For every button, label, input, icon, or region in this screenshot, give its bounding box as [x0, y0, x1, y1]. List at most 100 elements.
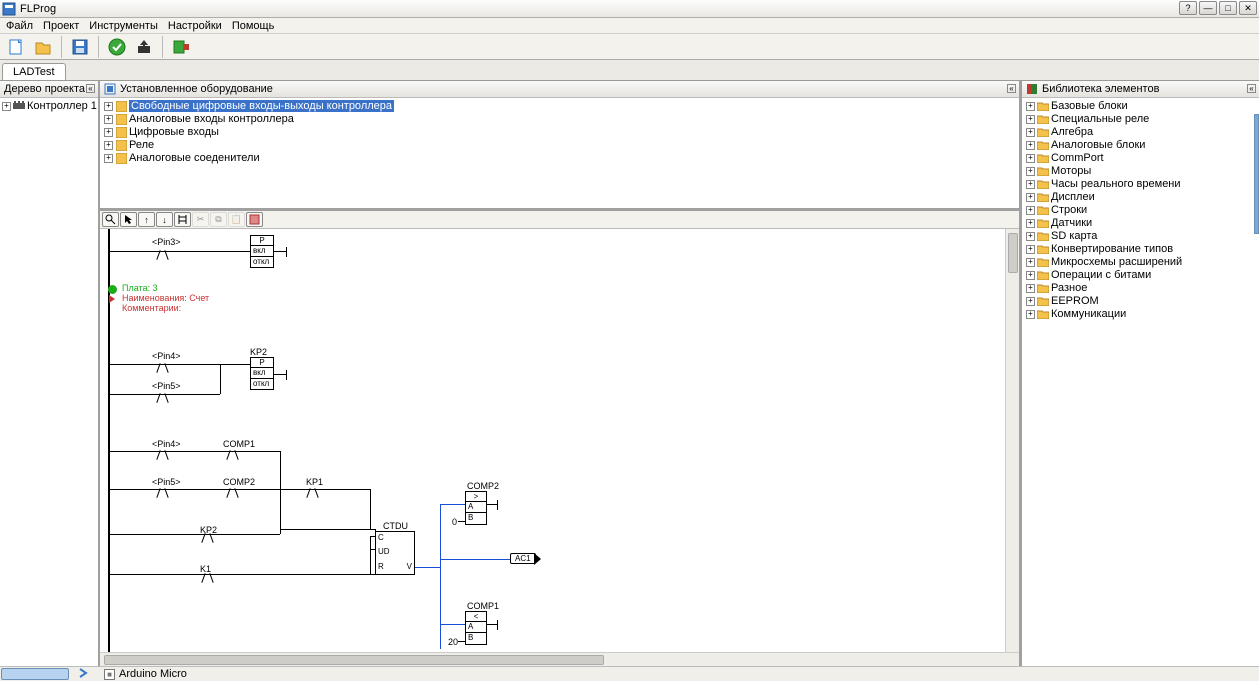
library-group[interactable]: +Микросхемы расширений — [1026, 256, 1255, 269]
expand-icon[interactable]: + — [1026, 271, 1035, 280]
expand-icon[interactable]: + — [104, 102, 113, 111]
expand-icon[interactable]: + — [1026, 310, 1035, 319]
menu-file[interactable]: Файл — [6, 18, 33, 33]
relay-block[interactable]: P вкл откл — [250, 235, 274, 268]
library-scroll-indicator[interactable] — [1254, 114, 1259, 234]
collapse-icon[interactable]: « — [1007, 84, 1016, 93]
contact[interactable] — [200, 529, 216, 539]
expand-icon[interactable]: + — [1026, 219, 1035, 228]
run-button[interactable] — [105, 36, 129, 58]
scrollbar-thumb[interactable] — [1008, 233, 1018, 273]
library-group[interactable]: +Моторы — [1026, 165, 1255, 178]
contact[interactable] — [305, 484, 321, 494]
library-group[interactable]: +Коммуникации — [1026, 308, 1255, 321]
expand-icon[interactable]: + — [1026, 297, 1035, 306]
expand-icon[interactable]: + — [1026, 193, 1035, 202]
upload-button[interactable] — [132, 36, 156, 58]
expand-icon[interactable]: + — [1026, 128, 1035, 137]
board-settings-button[interactable] — [169, 36, 193, 58]
collapse-icon[interactable]: « — [86, 84, 95, 93]
chevron-right-icon[interactable] — [78, 668, 89, 679]
close-button[interactable]: ✕ — [1239, 1, 1257, 15]
expand-icon[interactable]: + — [1026, 115, 1035, 124]
expand-icon[interactable]: + — [104, 141, 113, 150]
dtool-select[interactable] — [120, 212, 137, 227]
new-button[interactable] — [4, 36, 28, 58]
library-group[interactable]: +CommPort — [1026, 152, 1255, 165]
expand-icon[interactable]: + — [104, 128, 113, 137]
expand-icon[interactable]: + — [1026, 232, 1035, 241]
equipment-item[interactable]: + Реле — [104, 139, 1015, 152]
scrollbar-thumb[interactable] — [104, 655, 604, 665]
toolbar-separator — [162, 36, 163, 58]
expand-icon[interactable]: + — [1026, 284, 1035, 293]
equipment-item[interactable]: + Свободные цифровые входы-выходы контро… — [104, 100, 1015, 113]
diagram-canvas-scroll[interactable]: <Pin3> P вкл откл Плата: 3 Наименования:… — [100, 229, 1019, 652]
menu-help[interactable]: Помощь — [232, 18, 275, 33]
expand-icon[interactable]: + — [1026, 154, 1035, 163]
expand-icon[interactable]: + — [1026, 258, 1035, 267]
equipment-item[interactable]: + Цифровые входы — [104, 126, 1015, 139]
relay-block[interactable]: P вкл откл — [250, 357, 274, 390]
library-group[interactable]: + SD карта — [1026, 230, 1255, 243]
output-coil[interactable]: AC1 — [510, 553, 536, 564]
expand-icon[interactable]: + — [1026, 180, 1035, 189]
library-group[interactable]: +Дисплеи — [1026, 191, 1255, 204]
expand-icon[interactable]: + — [104, 154, 113, 163]
contact[interactable] — [155, 246, 171, 256]
contact[interactable] — [200, 569, 216, 579]
tab-ladtest[interactable]: LADTest — [2, 63, 66, 80]
expand-icon[interactable]: + — [2, 102, 11, 111]
contact[interactable] — [225, 484, 241, 494]
dtool-up[interactable]: ↑ — [138, 212, 155, 227]
library-group[interactable]: +Базовые блоки — [1026, 100, 1255, 113]
library-group-label: Строки — [1051, 204, 1087, 216]
expand-icon[interactable]: + — [104, 115, 113, 124]
diagram-canvas[interactable]: <Pin3> P вкл откл Плата: 3 Наименования:… — [100, 229, 1000, 652]
wire — [280, 529, 375, 530]
library-group[interactable]: +Алгебра — [1026, 126, 1255, 139]
horizontal-scrollbar[interactable] — [100, 652, 1019, 666]
expand-icon[interactable]: + — [1026, 245, 1035, 254]
library-group[interactable]: +Часы реального времени — [1026, 178, 1255, 191]
library-group[interactable]: +EEPROM — [1026, 295, 1255, 308]
library-group[interactable]: +Специальные реле — [1026, 113, 1255, 126]
comp2-block[interactable]: > A B — [465, 491, 487, 525]
save-button[interactable] — [68, 36, 92, 58]
vertical-scrollbar[interactable] — [1005, 229, 1019, 652]
dtool-down[interactable]: ↓ — [156, 212, 173, 227]
expand-icon[interactable]: + — [1026, 167, 1035, 176]
wire — [497, 500, 498, 510]
expand-icon[interactable]: + — [1026, 102, 1035, 111]
expand-icon[interactable]: + — [1026, 206, 1035, 215]
menu-project[interactable]: Проект — [43, 18, 79, 33]
library-group[interactable]: +Конвертирование типов — [1026, 243, 1255, 256]
help-button[interactable]: ? — [1179, 1, 1197, 15]
task-indicator[interactable] — [1, 668, 69, 680]
library-group[interactable]: +Датчики — [1026, 217, 1255, 230]
dtool-delete[interactable] — [246, 212, 263, 227]
library-group[interactable]: +Операции с битами — [1026, 269, 1255, 282]
minimize-button[interactable]: — — [1199, 1, 1217, 15]
library-group[interactable]: +Разное — [1026, 282, 1255, 295]
menu-tools[interactable]: Инструменты — [89, 18, 158, 33]
equipment-item[interactable]: + Аналоговые соеденители — [104, 152, 1015, 165]
library-group[interactable]: + Строки — [1026, 204, 1255, 217]
menu-settings[interactable]: Настройки — [168, 18, 222, 33]
maximize-button[interactable]: □ — [1219, 1, 1237, 15]
library-group-label: SD карта — [1051, 230, 1097, 242]
open-button[interactable] — [31, 36, 55, 58]
dtool-ladder[interactable] — [174, 212, 191, 227]
expand-icon[interactable]: + — [1026, 141, 1035, 150]
folder-icon — [1037, 126, 1049, 138]
ctdu-block[interactable]: C UD R V — [375, 531, 415, 575]
comp1-block[interactable]: < A B — [465, 611, 487, 645]
collapse-icon[interactable]: « — [1247, 84, 1256, 93]
tree-row-controller[interactable]: + Контроллер 1 (A — [2, 100, 96, 113]
contact[interactable] — [225, 446, 241, 456]
dtool-zoom[interactable] — [102, 212, 119, 227]
contact[interactable] — [155, 446, 171, 456]
library-group[interactable]: +Аналоговые блоки — [1026, 139, 1255, 152]
equipment-item[interactable]: + Аналоговые входы контроллера — [104, 113, 1015, 126]
contact[interactable] — [155, 484, 171, 494]
